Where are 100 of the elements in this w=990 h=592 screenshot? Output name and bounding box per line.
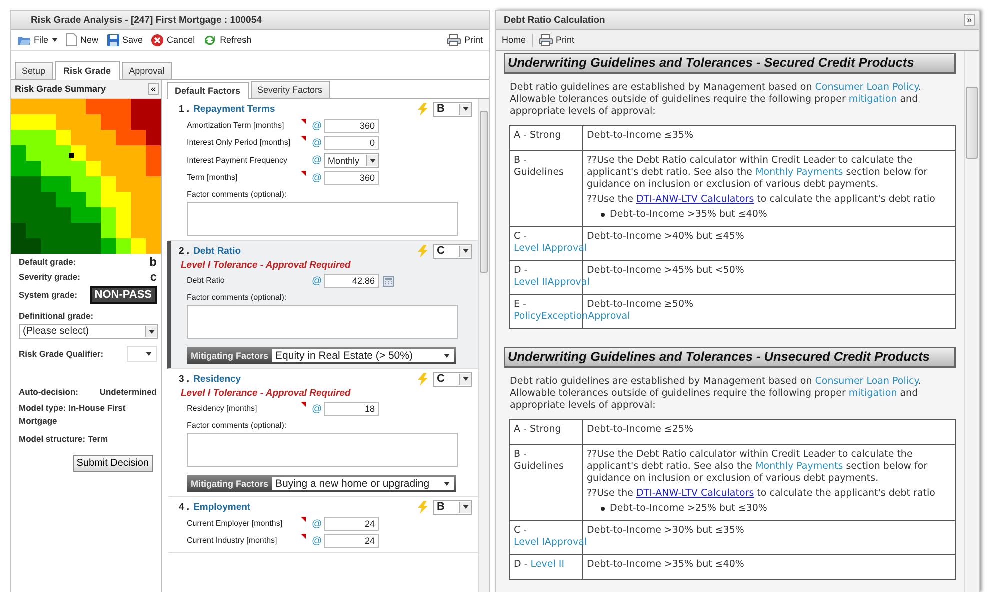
input-field[interactable]: 24	[324, 534, 379, 548]
tab[interactable]: Risk Grade	[54, 61, 120, 80]
scrollbar[interactable]	[478, 99, 489, 592]
cancel-button[interactable]: Cancel	[149, 34, 198, 46]
factor-title[interactable]: Employment	[194, 502, 251, 512]
guideline-text: Debt-to-Income >30% but ≤35%	[587, 525, 746, 537]
link-icon[interactable]: @	[312, 536, 324, 546]
link-icon[interactable]: @	[312, 518, 324, 530]
printer-icon	[447, 34, 462, 46]
link-icon[interactable]: @	[312, 404, 324, 414]
system-grade-badge: NON-PASS	[90, 286, 157, 304]
grade-value: c	[150, 271, 157, 283]
intro-paragraph: Debt ratio guidelines are established by Management based on Consumer Loan Policy. Allowable tolerances outside of guidelines require the following proper mitigation and appropriate levels of approval:	[510, 376, 923, 412]
mitigating-factors-dropdown[interactable]: Buying a new home or upgrading	[272, 477, 454, 490]
frequency-dropdown[interactable]: Monthly	[324, 153, 379, 168]
save-button[interactable]: Save	[104, 34, 146, 46]
factor-number: 1 .	[179, 104, 190, 114]
window-title: Risk Grade Analysis - [247] First Mortgage : 100054	[30, 14, 262, 26]
grade-cell: B - Guidelines	[510, 444, 582, 520]
factor-number: 2 .	[179, 246, 190, 256]
tab[interactable]: Default Factors	[167, 82, 249, 99]
input-field[interactable]: 360	[324, 171, 379, 185]
input-field[interactable]: 360	[324, 119, 379, 133]
link[interactable]: Approval	[588, 311, 630, 322]
factor-title[interactable]: Residency	[194, 374, 242, 384]
factor-number: 3 .	[179, 374, 190, 384]
caret-icon	[148, 330, 154, 334]
grade-dropdown[interactable]: C	[433, 372, 472, 386]
guideline-text: ??Use the Debt Ratio calculator within Credit Leader to calculate the applicant's debt ratio. See also the Monthly Payments section below for guidance on inclusion or exclusion of various debt payments.	[587, 155, 929, 191]
file-button[interactable]: File	[15, 34, 60, 46]
input-field[interactable]: 0	[324, 136, 379, 150]
comments-field[interactable]	[187, 305, 458, 339]
grade-cell: A - Strong	[510, 420, 582, 444]
qualifier-dropdown[interactable]	[127, 346, 157, 362]
grade-value: b	[150, 256, 157, 268]
submit-decision-button[interactable]: Submit Decision	[72, 455, 153, 472]
refresh-button[interactable]: Refresh	[201, 34, 254, 46]
lightning-icon	[417, 372, 429, 386]
input-field[interactable]: 18	[324, 402, 379, 416]
link-icon[interactable]: @	[312, 155, 324, 166]
panel-title: Risk Grade Summary	[15, 84, 106, 94]
print-button[interactable]: Print	[537, 34, 577, 46]
link[interactable]: Level II	[514, 277, 548, 288]
field-label: Current Industry [months]	[187, 536, 278, 546]
tab[interactable]: Setup	[15, 62, 53, 79]
tab[interactable]: Severity Factors	[250, 81, 330, 98]
tolerance-warning: Level I Tolerance - Approval Required	[181, 388, 352, 399]
link[interactable]: Policy	[514, 311, 542, 322]
guideline-text: Debt-to-Income >45% but <50%	[587, 265, 746, 277]
comments-label: Factor comments (optional):	[187, 421, 288, 430]
field-label: Residency [months]	[187, 404, 258, 414]
grade-dropdown[interactable]: B	[433, 102, 472, 116]
tolerance-warning: Level I Tolerance - Approval Required	[181, 260, 352, 271]
info-label: Auto-decision:	[19, 387, 78, 397]
lightning-icon	[417, 102, 429, 116]
link[interactable]: Level I	[514, 243, 545, 254]
field-label: Interest Payment Frequency	[187, 156, 288, 166]
info-text: Model structure: Term	[19, 434, 108, 444]
field-label: Interest Only Period [months]	[187, 138, 292, 148]
factor-title[interactable]: Repayment Terms	[194, 104, 276, 114]
link[interactable]: DTI-ANW-LTV Calculators	[636, 194, 754, 205]
field-label: Amortization Term [months]	[187, 121, 286, 131]
grade-dropdown[interactable]: B	[433, 500, 472, 514]
scrollbar[interactable]	[964, 51, 979, 592]
home-button[interactable]: Home	[500, 35, 528, 45]
bullet-icon	[601, 213, 605, 217]
link[interactable]: Level I	[514, 537, 545, 548]
expand-button[interactable]: »	[964, 14, 975, 26]
caret-icon	[462, 505, 468, 509]
input-field[interactable]: 42.86	[324, 274, 379, 288]
comments-field[interactable]	[187, 433, 458, 467]
guideline-text: Debt-to-Income >35% but ≤40%	[610, 209, 768, 221]
calculator-icon[interactable]	[383, 276, 394, 286]
comments-label: Factor comments (optional):	[187, 293, 288, 302]
factor-title[interactable]: Debt Ratio	[194, 246, 242, 256]
grade-dropdown[interactable]: C	[433, 244, 472, 258]
link[interactable]: DTI-ANW-LTV Calculators	[636, 488, 754, 499]
section-heading: Underwriting Guidelines and Tolerances - Secured Credit Products	[504, 53, 956, 74]
field-label: Debt Ratio	[187, 276, 226, 286]
new-button[interactable]: New	[64, 33, 101, 47]
comments-field[interactable]	[187, 202, 458, 236]
link[interactable]: Level II	[530, 559, 564, 570]
link[interactable]: Monthly Payments	[756, 461, 844, 472]
guideline-text: Debt-to-Income >35% but ≤40%	[587, 559, 746, 571]
link-icon[interactable]: @	[312, 172, 324, 184]
collapse-button[interactable]: «	[148, 83, 159, 95]
link-icon[interactable]: @	[312, 138, 324, 148]
guideline-text: Debt-to-Income ≤25%	[587, 424, 695, 436]
lightning-icon	[417, 500, 429, 514]
input-field[interactable]: 24	[324, 517, 379, 531]
factor-number: 4 .	[179, 502, 190, 512]
mitigating-factors-dropdown[interactable]: Equity in Real Estate (> 50%)	[272, 349, 454, 362]
tab[interactable]: Approval	[122, 62, 172, 79]
print-button[interactable]: Print	[445, 34, 485, 46]
link-icon[interactable]: @	[312, 120, 324, 132]
mitigating-factors-label: Mitigating Factors	[190, 350, 269, 360]
guideline-text: Debt-to-Income ≥50%	[587, 299, 695, 311]
folder-icon	[17, 34, 31, 46]
definitional-grade-dropdown[interactable]: (Please select)	[19, 324, 158, 339]
link[interactable]: Monthly Payments	[756, 167, 844, 178]
